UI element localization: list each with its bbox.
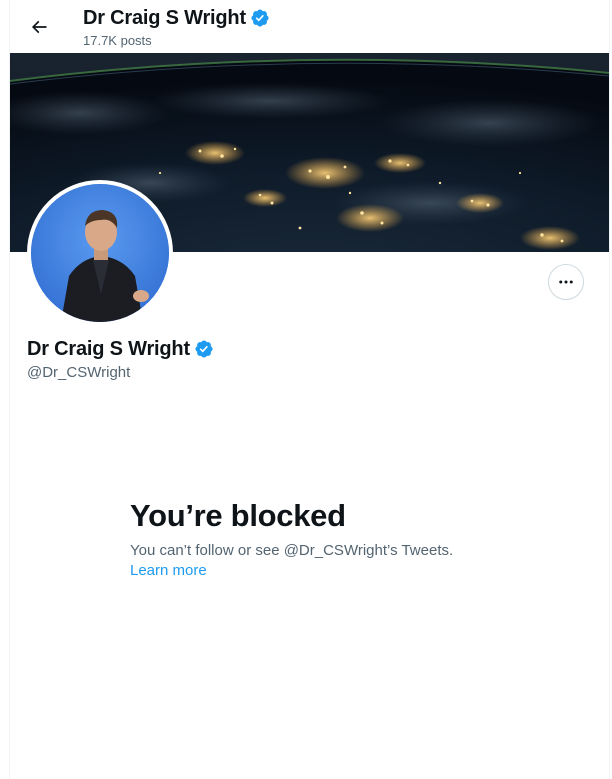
profile-name: Dr Craig S Wright <box>27 338 190 360</box>
blocked-title: You’re blocked <box>130 498 346 533</box>
header-name: Dr Craig S Wright <box>83 7 246 29</box>
more-horizontal-icon <box>559 280 573 284</box>
profile-name-row: Dr Craig S Wright <box>27 337 214 361</box>
profile-page: Dr Craig S Wright 17.7K posts Dr Craig S… <box>0 0 612 779</box>
main-column: Dr Craig S Wright 17.7K posts Dr Craig S… <box>9 0 610 779</box>
verified-badge-icon[interactable] <box>194 339 214 359</box>
header-title: Dr Craig S Wright <box>83 6 270 30</box>
back-button[interactable] <box>22 10 56 44</box>
profile-header-bar: Dr Craig S Wright 17.7K posts <box>10 0 609 53</box>
profile-handle: @Dr_CSWright <box>27 364 131 381</box>
arrow-left-icon <box>31 20 47 34</box>
avatar-photo <box>31 184 169 322</box>
blocked-message: You can’t follow or see @Dr_CSWright’s T… <box>130 542 454 559</box>
learn-more-link[interactable]: Learn more <box>130 561 510 581</box>
profile-avatar[interactable] <box>27 180 173 326</box>
verified-badge-icon <box>251 9 269 27</box>
blocked-notice: You’re blocked You can’t follow or see @… <box>130 497 510 581</box>
more-options-button[interactable] <box>548 264 584 300</box>
posts-count: 17.7K posts <box>83 33 152 48</box>
